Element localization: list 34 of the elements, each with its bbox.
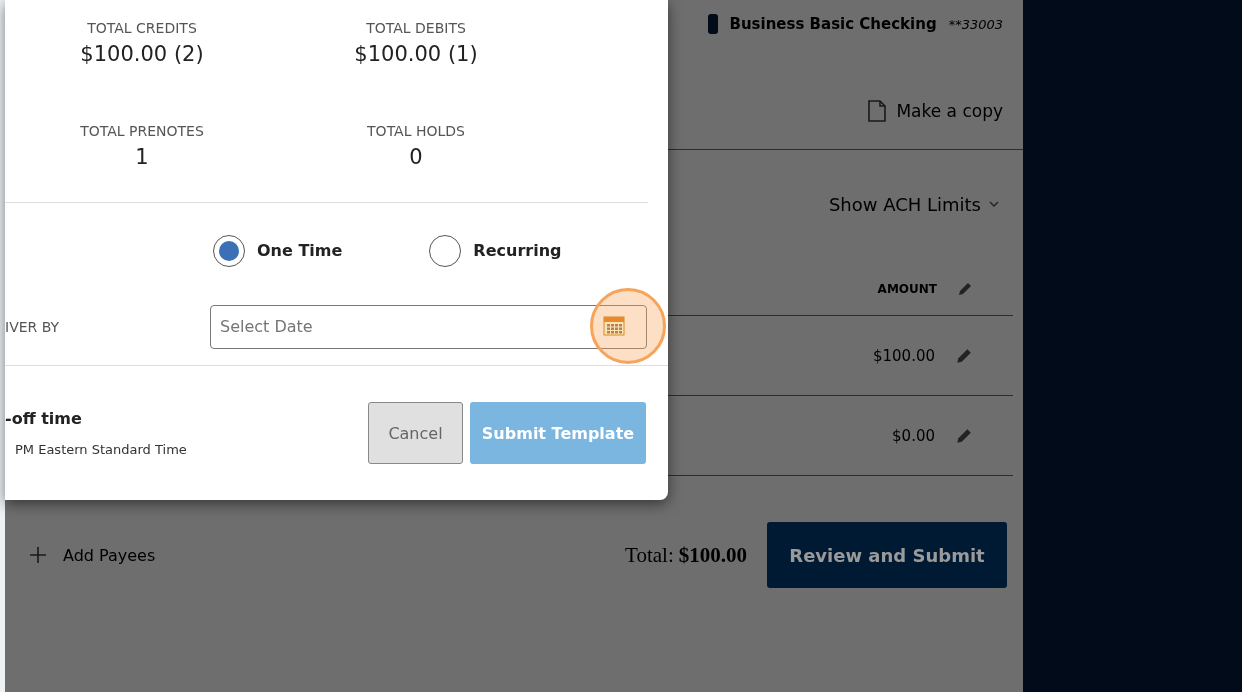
frequency-radio[interactable]: Recurring xyxy=(429,234,562,267)
show-limits-link[interactable]: Show ACH Limits xyxy=(828,193,981,215)
stat-label: TOTAL PRENOTES xyxy=(80,123,204,139)
date-field[interactable]: Select Date xyxy=(210,304,647,349)
stat-label: TOTAL CREDITS xyxy=(87,20,197,36)
pencil-icon[interactable] xyxy=(955,426,973,445)
cutoff-title: -off time xyxy=(5,409,83,428)
total-value: $100.00 xyxy=(678,542,747,568)
document-icon xyxy=(868,100,887,122)
stat-value: 0 xyxy=(409,145,423,169)
chevron-down-icon xyxy=(989,201,999,207)
pencil-icon[interactable] xyxy=(957,281,973,297)
calendar-icon[interactable] xyxy=(603,316,625,336)
amount-cell: $0.00 xyxy=(892,426,935,445)
cancel-button[interactable]: Cancel xyxy=(368,402,463,464)
stat-label: TOTAL DEBITS xyxy=(366,20,466,36)
account-icon xyxy=(707,14,718,34)
date-label: IVER BY xyxy=(5,318,61,335)
stat-label: TOTAL HOLDS xyxy=(367,123,465,139)
cutoff-detail: PM Eastern Standard Time xyxy=(14,442,188,457)
column-header: AMOUNT xyxy=(877,282,937,296)
add-payees-link[interactable]: Add Payees xyxy=(63,545,156,565)
stat-value: $100.00 (2) xyxy=(80,42,204,66)
review-submit-button[interactable]: Review and Submit xyxy=(767,522,1007,588)
make-copy-link[interactable]: Make a copy xyxy=(896,101,1003,121)
stat-value: 1 xyxy=(135,145,149,169)
account-name: Business Basic Checking xyxy=(729,15,937,33)
pencil-icon[interactable] xyxy=(955,346,973,365)
amount-cell: $100.00 xyxy=(872,346,935,365)
plus-icon[interactable] xyxy=(29,546,47,564)
account-number: **33003 xyxy=(948,16,1003,32)
frequency-radio[interactable]: One Time xyxy=(213,234,343,267)
stat-value: $100.00 (1) xyxy=(354,42,478,66)
total-label: Total: xyxy=(625,542,674,568)
